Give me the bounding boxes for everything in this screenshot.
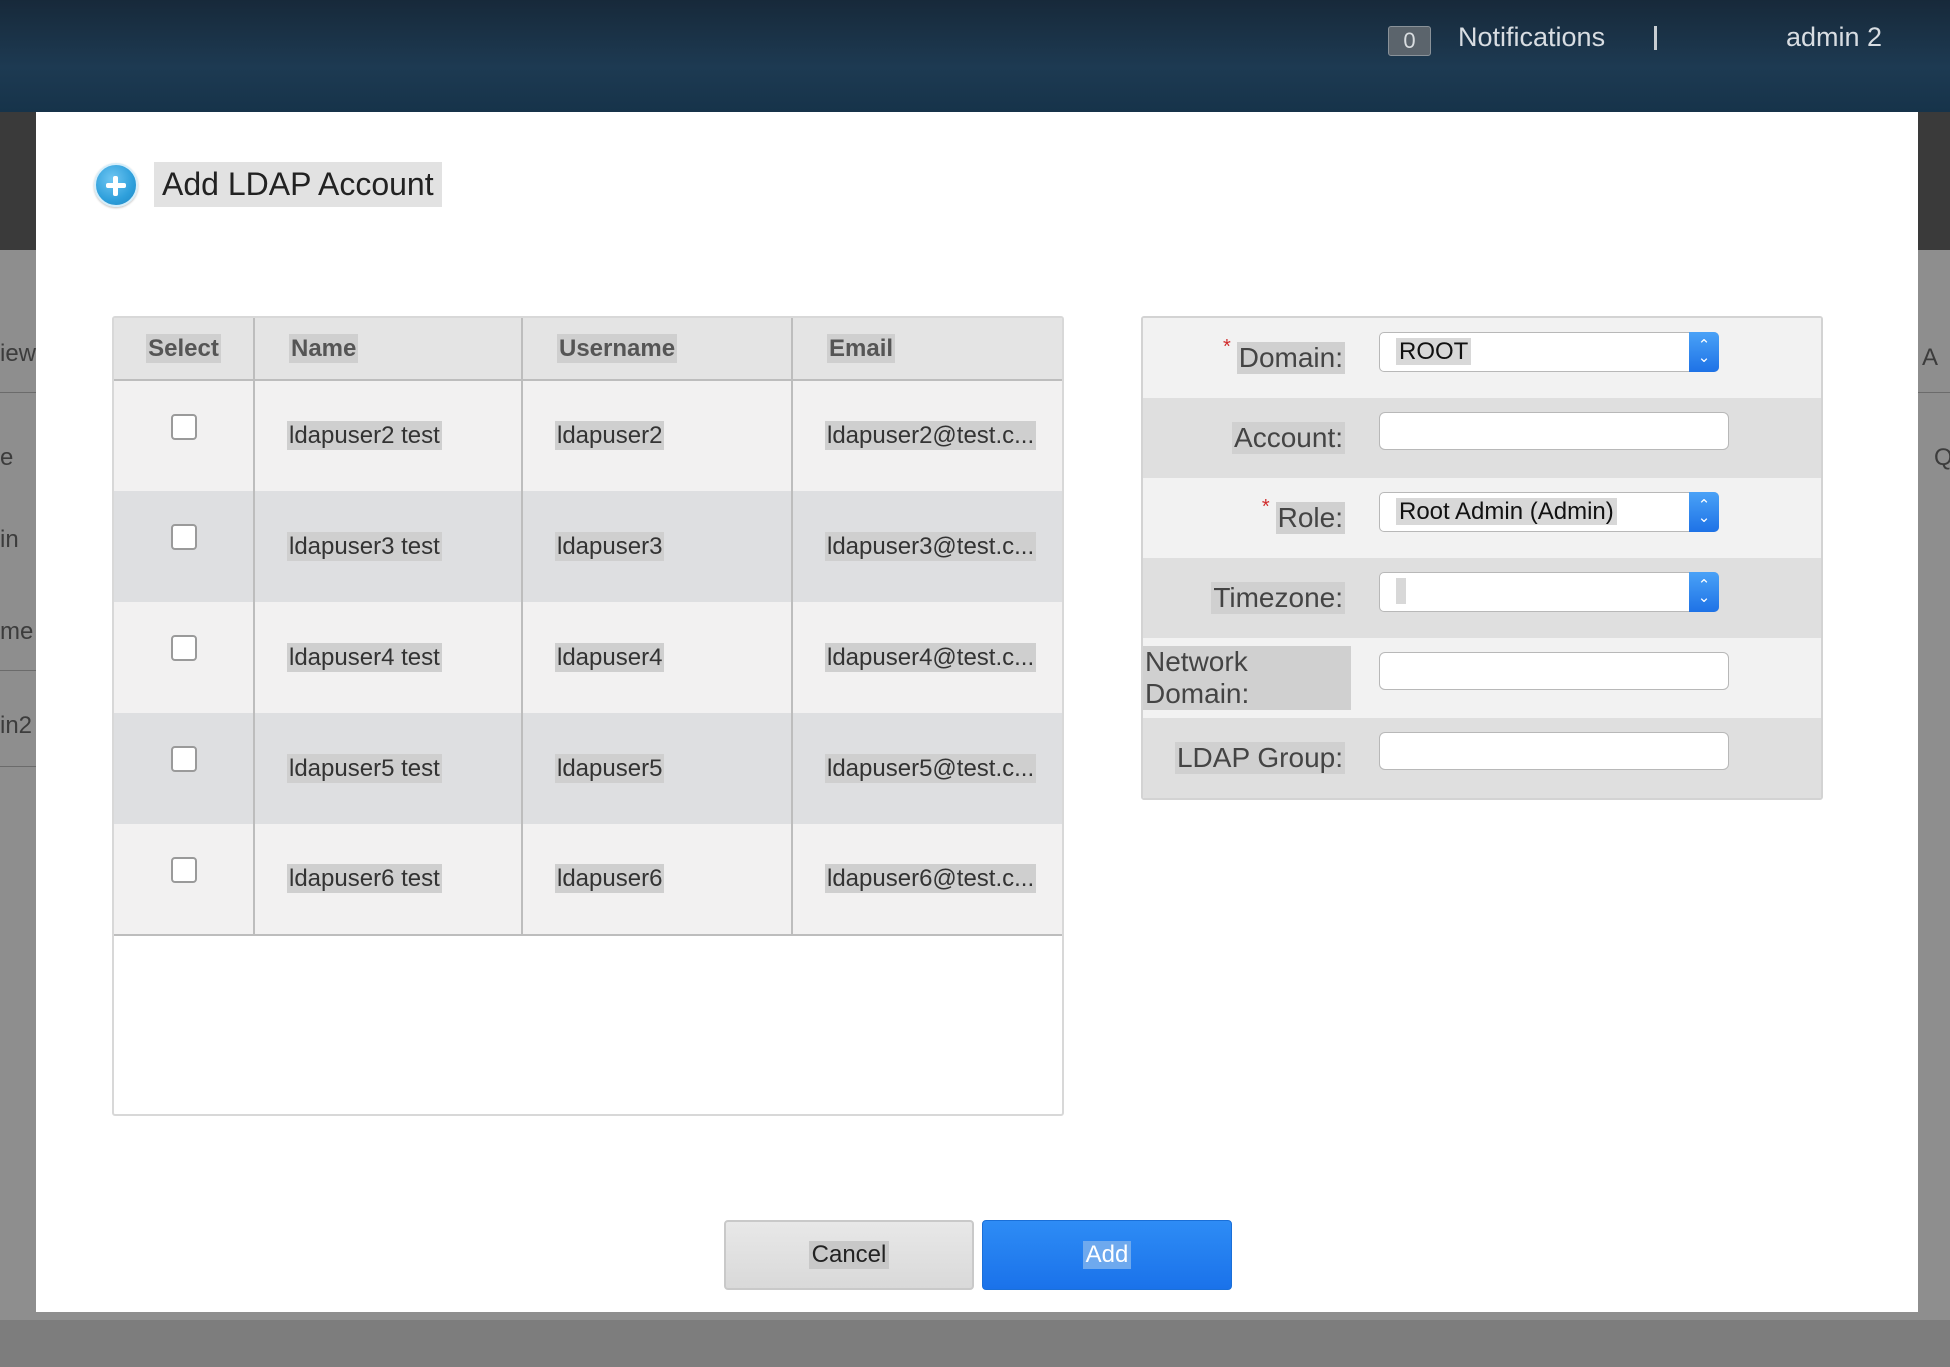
add-button[interactable]: Add	[982, 1220, 1232, 1290]
updown-chevron-icon: ⌃ ⌄	[1689, 332, 1719, 372]
username-cell: ldapuser6	[555, 864, 665, 893]
background-text-fragment: in	[0, 526, 19, 553]
timezone-select[interactable]: ⌃ ⌄	[1379, 572, 1719, 612]
top-navigation-bar: 0 Notifications admin 2	[0, 0, 1950, 112]
column-header-username[interactable]: Username	[522, 318, 793, 381]
email-cell: ldapuser4@test.c...	[825, 642, 1037, 672]
background-text-fragment: me	[0, 618, 34, 645]
row-select-checkbox[interactable]	[170, 413, 197, 440]
form-row-role: * Role: Root Admin (Admin) ⌃ ⌄	[1143, 478, 1821, 558]
background-text-fragment: Q	[1934, 444, 1950, 471]
user-name-cell: ldapuser5 test	[287, 753, 442, 783]
user-menu[interactable]: admin 2	[1786, 22, 1882, 53]
updown-chevron-icon: ⌃ ⌄	[1689, 492, 1719, 532]
email-cell: ldapuser3@test.c...	[825, 531, 1037, 561]
required-marker: *	[1261, 496, 1270, 518]
form-row-account: Account:	[1143, 398, 1821, 478]
username-cell: ldapuser3	[555, 531, 665, 561]
role-label: * Role:	[1261, 496, 1345, 534]
notifications-link[interactable]: Notifications	[1458, 22, 1605, 53]
table-header-row: Select Name Username Email	[114, 318, 1062, 381]
account-details-form: * Domain: ROOT ⌃ ⌄ Account: * Role: Root …	[1141, 316, 1823, 800]
username-cell: ldapuser2	[555, 421, 665, 450]
user-name-cell: ldapuser3 test	[287, 531, 442, 561]
role-select[interactable]: Root Admin (Admin) ⌃ ⌄	[1379, 492, 1719, 532]
background-divider	[0, 670, 36, 671]
username-cell: ldapuser5	[555, 753, 665, 783]
column-header-select[interactable]: Select	[114, 318, 255, 381]
form-row-network-domain: Network Domain:	[1143, 638, 1821, 718]
cancel-button[interactable]: Cancel	[724, 1220, 974, 1290]
background-divider	[0, 766, 36, 767]
updown-chevron-icon: ⌃ ⌄	[1689, 572, 1719, 612]
add-circle-icon	[94, 162, 138, 207]
network-domain-label: Network Domain:	[1143, 638, 1351, 718]
dialog-header: Add LDAP Account	[94, 162, 442, 207]
form-row-ldap-group: LDAP Group:	[1143, 718, 1821, 798]
background-text-fragment: in2	[0, 712, 33, 739]
table-row[interactable]: ldapuser6 test ldapuser6 ldapuser6@test.…	[114, 824, 1062, 936]
table-row[interactable]: ldapuser4 test ldapuser4 ldapuser4@test.…	[114, 602, 1062, 713]
background-divider	[0, 392, 36, 393]
username-cell: ldapuser4	[555, 642, 665, 672]
background-text-fragment: e	[0, 444, 14, 471]
column-header-name[interactable]: Name	[254, 318, 523, 381]
ldap-group-label: LDAP Group:	[1174, 742, 1345, 774]
email-cell: ldapuser6@test.c...	[825, 864, 1037, 893]
ldap-users-table: Select Name Username Email ldapuser2 tes…	[112, 316, 1064, 1116]
timezone-label: Timezone:	[1211, 582, 1345, 614]
row-select-checkbox[interactable]	[170, 856, 197, 883]
column-header-email[interactable]: Email	[792, 318, 1062, 381]
background-text-fragment: iew	[0, 340, 37, 367]
background-divider	[1918, 392, 1950, 393]
topbar-separator	[1654, 26, 1657, 50]
email-cell: ldapuser2@test.c...	[825, 421, 1037, 450]
table-row[interactable]: ldapuser2 test ldapuser2 ldapuser2@test.…	[114, 380, 1062, 491]
add-ldap-account-dialog: Add LDAP Account Select Name Username Em…	[36, 112, 1918, 1312]
email-cell: ldapuser5@test.c...	[825, 753, 1037, 783]
account-input[interactable]	[1379, 412, 1729, 450]
background-text-fragment: A	[1922, 344, 1939, 371]
domain-select[interactable]: ROOT ⌃ ⌄	[1379, 332, 1719, 372]
table-row[interactable]: ldapuser5 test ldapuser5 ldapuser5@test.…	[114, 713, 1062, 824]
domain-label: * Domain:	[1222, 336, 1345, 374]
row-select-checkbox[interactable]	[170, 524, 197, 551]
form-row-domain: * Domain: ROOT ⌃ ⌄	[1143, 318, 1821, 398]
network-domain-input[interactable]	[1379, 652, 1729, 690]
row-select-checkbox[interactable]	[170, 635, 197, 662]
notifications-count-badge[interactable]: 0	[1388, 26, 1431, 56]
form-row-timezone: Timezone: ⌃ ⌄	[1143, 558, 1821, 638]
ldap-group-input[interactable]	[1379, 732, 1729, 770]
user-name-cell: ldapuser2 test	[287, 421, 442, 450]
user-name-cell: ldapuser4 test	[287, 642, 442, 672]
required-marker: *	[1222, 336, 1231, 358]
dialog-title: Add LDAP Account	[154, 162, 442, 207]
row-select-checkbox[interactable]	[170, 746, 197, 773]
user-name-cell: ldapuser6 test	[287, 864, 442, 893]
account-label: Account:	[1232, 422, 1345, 454]
table-row[interactable]: ldapuser3 test ldapuser3 ldapuser3@test.…	[114, 491, 1062, 602]
